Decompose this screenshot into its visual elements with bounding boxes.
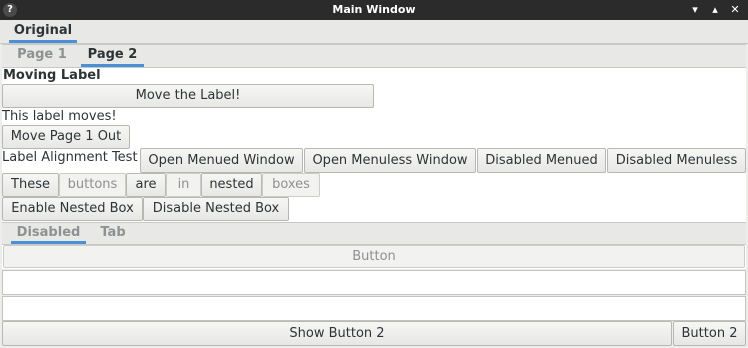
close-icon[interactable]: ✕ xyxy=(728,3,742,17)
move-page-1-out-button[interactable]: Move Page 1 Out xyxy=(2,125,130,149)
disabled-tabstrip: Disabled Tab xyxy=(2,222,746,245)
enable-nested-box-button[interactable]: Enable Nested Box xyxy=(2,197,143,221)
disabled-menuless-button[interactable]: Disabled Menuless xyxy=(607,148,746,173)
tab-tab: Tab xyxy=(92,223,134,244)
tab-page-2[interactable]: Page 2 xyxy=(81,45,144,67)
tab-disabled-label: Disabled xyxy=(16,225,81,240)
nested-button-are[interactable]: are xyxy=(126,173,166,197)
tab-disabled: Disabled xyxy=(11,223,86,244)
open-menued-window-button[interactable]: Open Menued Window xyxy=(140,148,303,173)
outer-tabstrip: Original xyxy=(0,20,748,44)
tab-disabled-indicator xyxy=(11,241,86,244)
tab-page-2-indicator xyxy=(81,64,144,67)
nested-button-boxes[interactable]: boxes xyxy=(262,173,320,197)
nested-button-in[interactable]: in xyxy=(166,173,201,197)
page-2-content: Moving Label Move the Label! This label … xyxy=(2,68,746,222)
tab-original-indicator xyxy=(9,40,77,43)
button-2[interactable]: Button 2 xyxy=(673,321,746,346)
open-menuless-window-button[interactable]: Open Menuless Window xyxy=(304,148,476,173)
label-alignment-test: Label Alignment Test xyxy=(2,150,138,165)
window-titlebar[interactable]: ? Main Window ▾ ▴ ✕ xyxy=(0,0,748,20)
empty-entry-2[interactable] xyxy=(2,296,746,321)
disable-nested-box-button[interactable]: Disable Nested Box xyxy=(143,197,289,221)
disabled-tab-content: Button xyxy=(2,245,746,269)
disabled-menued-button[interactable]: Disabled Menued xyxy=(477,148,606,173)
inner-tabstrip: Page 1 Page 2 xyxy=(2,44,746,68)
tab-original-label: Original xyxy=(13,23,73,38)
tab-page-2-label: Page 2 xyxy=(87,47,138,62)
nested-button-buttons[interactable]: buttons xyxy=(59,173,126,197)
moving-label: Moving Label xyxy=(3,68,101,83)
tab-original[interactable]: Original xyxy=(9,20,77,43)
disabled-button: Button xyxy=(3,245,745,268)
tab-tab-label: Tab xyxy=(100,225,126,240)
nested-button-nested[interactable]: nested xyxy=(201,173,262,197)
tab-page-1[interactable]: Page 1 xyxy=(6,45,78,67)
window-title: Main Window xyxy=(332,3,416,16)
nested-button-these[interactable]: These xyxy=(2,173,59,197)
moves-label: This label moves! xyxy=(2,109,117,124)
minimize-icon[interactable]: ▾ xyxy=(688,3,702,17)
show-button-2-button[interactable]: Show Button 2 xyxy=(2,321,672,346)
move-label-button[interactable]: Move the Label! xyxy=(2,84,374,108)
tab-page-1-label: Page 1 xyxy=(17,47,67,62)
empty-entry-1[interactable] xyxy=(2,270,746,295)
maximize-icon[interactable]: ▴ xyxy=(708,3,722,17)
